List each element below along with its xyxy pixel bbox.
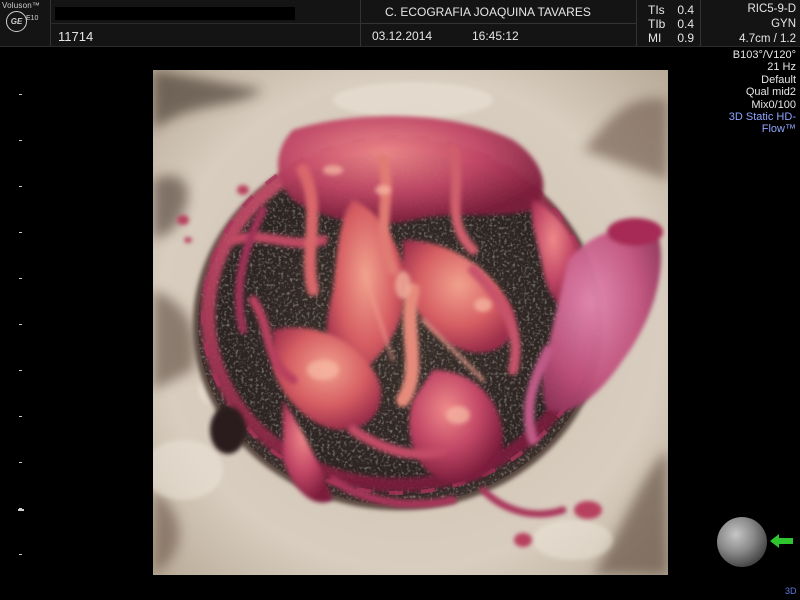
depth-tick xyxy=(19,324,22,325)
depth-tick xyxy=(19,94,22,95)
exam-time: 16:45:12 xyxy=(472,29,519,43)
depth-tick xyxy=(19,232,22,233)
exam-date: 03.12.2014 xyxy=(372,29,433,43)
corner-3d-label: 3D xyxy=(785,586,797,596)
index-value: 0.9 xyxy=(677,31,695,45)
index-label: MI xyxy=(648,31,662,45)
depth-tick xyxy=(19,554,22,555)
index-label: TIs xyxy=(648,3,665,17)
header-bar: Voluson™ GE E10 11714 C. ECOGRAFIA JOAQU… xyxy=(0,0,800,47)
index-value: 0.4 xyxy=(677,17,695,31)
green-arrow-left-icon xyxy=(770,534,793,548)
index-label: TIb xyxy=(648,17,666,31)
logo-block: Voluson™ GE E10 xyxy=(0,0,50,46)
application: GYN xyxy=(771,18,796,30)
header-divider xyxy=(700,0,701,46)
depth-tick-major xyxy=(18,509,24,511)
render-image xyxy=(153,70,668,575)
ge-logo-icon: GE xyxy=(6,11,27,32)
header-divider xyxy=(360,23,636,24)
brand-name: Voluson™ xyxy=(2,1,41,10)
volume-angles: B103°/V120° xyxy=(732,49,796,61)
depth-tick xyxy=(19,462,22,463)
depth-tick xyxy=(19,416,22,417)
model-name: E10 xyxy=(26,15,39,22)
patient-id: 11714 xyxy=(58,29,94,44)
depth-tick xyxy=(19,186,22,187)
depth-tick xyxy=(19,140,22,141)
volume-render[interactable] xyxy=(153,70,668,575)
index-value: 0.4 xyxy=(677,3,695,17)
orientation-sphere-icon[interactable] xyxy=(717,517,767,567)
mode-label: Flow™ xyxy=(761,123,796,136)
patient-name-field[interactable] xyxy=(55,7,295,20)
clinic-name: C. ECOGRAFIA JOAQUINA TAVARES xyxy=(385,5,591,19)
header-divider xyxy=(50,23,360,24)
index-tis: TIs 0.4 xyxy=(648,3,694,17)
depth-tick xyxy=(19,278,22,279)
depth-scale xyxy=(0,46,30,600)
header-divider xyxy=(636,0,637,46)
probe-name: RIC5-9-D xyxy=(747,3,796,15)
mode-label: 3D Static HD- xyxy=(728,111,796,124)
depth-readout: 4.7cm / 1.2 xyxy=(739,33,796,45)
preset: Default xyxy=(761,73,796,86)
mix: Mix0/100 xyxy=(751,98,796,111)
index-mi: MI 0.9 xyxy=(648,31,694,45)
quality: Qual mid2 xyxy=(745,86,796,99)
depth-tick xyxy=(19,370,22,371)
index-tib: TIb 0.4 xyxy=(648,17,694,31)
frame-rate: 21 Hz xyxy=(767,61,796,74)
